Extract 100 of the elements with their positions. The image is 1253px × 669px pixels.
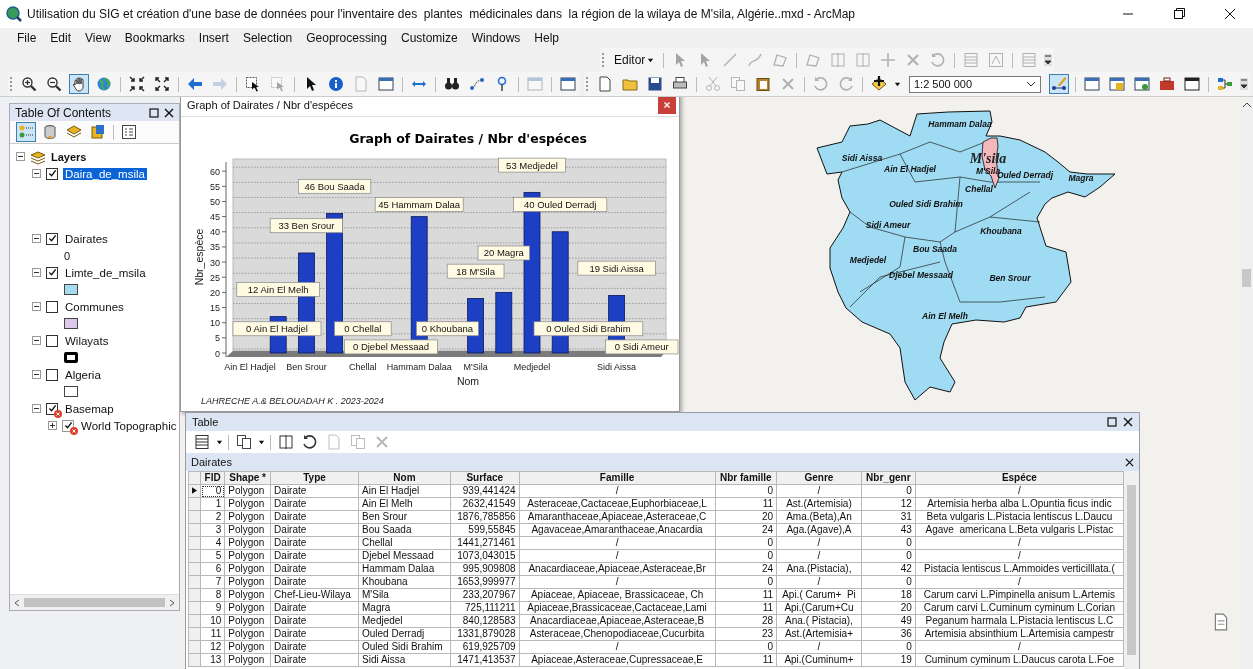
terminal-icon[interactable] bbox=[1182, 74, 1202, 94]
horizontal-scrollbar[interactable] bbox=[10, 594, 179, 610]
column-header[interactable]: Genre bbox=[776, 471, 862, 485]
menu-item[interactable]: Edit bbox=[43, 31, 79, 45]
collapse-icon[interactable] bbox=[32, 234, 41, 243]
layer-name[interactable]: Limte_de_msila bbox=[63, 266, 148, 279]
caret-icon[interactable] bbox=[216, 438, 223, 446]
collapse-icon[interactable] bbox=[16, 152, 25, 161]
maximize-icon[interactable] bbox=[1107, 417, 1117, 427]
column-header[interactable]: Type bbox=[270, 471, 359, 485]
data-frame-label[interactable]: Layers bbox=[51, 150, 87, 163]
layer-name[interactable]: Communes bbox=[63, 300, 126, 313]
caret-icon[interactable] bbox=[894, 80, 901, 88]
checkbox[interactable] bbox=[62, 419, 74, 432]
menu-item[interactable]: Customize bbox=[393, 31, 465, 45]
collapse-icon[interactable] bbox=[32, 404, 41, 413]
layer-name[interactable]: Dairates bbox=[63, 232, 110, 245]
scale-field[interactable]: 1:2 500 000 bbox=[909, 75, 1041, 93]
search-window-icon[interactable] bbox=[1132, 74, 1152, 94]
checkbox[interactable] bbox=[46, 266, 58, 279]
chart-credit: LAHRECHE A.& BELOUADAH K . 2023-2024 bbox=[201, 396, 384, 406]
collapse-icon[interactable] bbox=[32, 169, 41, 178]
x-tick-label: Ain El Hadjel bbox=[224, 362, 276, 372]
table-cell: Polygon bbox=[224, 484, 271, 498]
checkbox[interactable] bbox=[46, 300, 58, 313]
table-tab[interactable]: Dairates bbox=[191, 456, 232, 468]
checkbox[interactable] bbox=[46, 334, 58, 347]
copy-icon[interactable] bbox=[234, 432, 254, 452]
checkbox[interactable] bbox=[46, 167, 58, 180]
table-cell: Agave americana L.Beta vulgaris L.Pistac bbox=[915, 523, 1124, 537]
layer-name[interactable]: Basemap bbox=[63, 402, 116, 415]
layer-name[interactable]: Wilayats bbox=[63, 334, 111, 347]
maximize-icon[interactable] bbox=[149, 107, 159, 118]
close-icon[interactable] bbox=[164, 107, 174, 118]
editor-menu-button[interactable]: Editor bbox=[611, 53, 658, 67]
table-icon[interactable] bbox=[192, 432, 212, 452]
table-cell: 5 bbox=[200, 549, 225, 563]
menu-item[interactable]: Selection bbox=[235, 31, 300, 45]
scroll-up-icon[interactable] bbox=[1241, 101, 1252, 109]
window-icon[interactable] bbox=[558, 74, 578, 94]
table-cell: 233,207967 bbox=[450, 588, 520, 602]
info-icon[interactable] bbox=[326, 74, 346, 94]
document-icon[interactable] bbox=[1212, 613, 1230, 631]
column-header[interactable]: Espéce bbox=[915, 471, 1124, 485]
scroll-thumb[interactable] bbox=[1242, 269, 1251, 287]
table-cell: 13 bbox=[200, 653, 225, 667]
overflow-icon[interactable] bbox=[1240, 78, 1248, 90]
split-icon[interactable] bbox=[276, 432, 296, 452]
table-cell: Peganum harmala L.Pistacia lentiscus L.C bbox=[915, 614, 1124, 628]
column-header[interactable]: FID bbox=[200, 471, 225, 485]
checkbox[interactable] bbox=[46, 402, 58, 415]
table-cell: Ama.(Beta),An bbox=[776, 510, 862, 524]
layer-list-icon[interactable] bbox=[16, 122, 36, 142]
column-header[interactable]: Surface bbox=[450, 471, 520, 485]
checkbox[interactable] bbox=[46, 368, 58, 381]
window-icon[interactable] bbox=[376, 74, 396, 94]
hand-icon[interactable] bbox=[69, 74, 89, 94]
collapse-icon[interactable] bbox=[32, 302, 41, 311]
window-icon[interactable] bbox=[1082, 74, 1102, 94]
pen-graph-icon[interactable] bbox=[1049, 74, 1069, 94]
column-header[interactable]: Nbr famille bbox=[715, 471, 777, 485]
zoom-in-icon[interactable] bbox=[19, 74, 39, 94]
caret-icon[interactable] bbox=[647, 56, 655, 64]
layer-name[interactable]: World Topographic bbox=[79, 419, 179, 432]
close-icon[interactable] bbox=[1125, 457, 1134, 467]
menu-item[interactable]: Insert bbox=[191, 31, 236, 45]
expand-icon[interactable] bbox=[48, 421, 57, 430]
vertical-scrollbar[interactable] bbox=[1124, 471, 1139, 669]
close-icon[interactable] bbox=[1123, 417, 1133, 427]
table-cell: 11 bbox=[200, 627, 225, 641]
checkbox[interactable] bbox=[46, 232, 58, 245]
column-header[interactable]: Shape * bbox=[224, 471, 271, 485]
zoom-out-icon[interactable] bbox=[44, 74, 64, 94]
options-icon[interactable] bbox=[119, 122, 139, 142]
caret-icon[interactable] bbox=[258, 438, 265, 446]
catalog-icon[interactable] bbox=[1107, 74, 1127, 94]
scroll-left-icon[interactable] bbox=[13, 598, 21, 607]
menu-item[interactable]: Windows bbox=[464, 31, 528, 45]
layer-name[interactable]: Algeria bbox=[63, 368, 103, 381]
menu-item[interactable]: Help bbox=[527, 31, 567, 45]
arrows-out-icon[interactable] bbox=[152, 74, 172, 94]
collapse-icon[interactable] bbox=[32, 336, 41, 345]
menu-item[interactable]: View bbox=[78, 31, 118, 45]
overflow-icon[interactable] bbox=[1044, 54, 1053, 66]
collapse-icon[interactable] bbox=[32, 268, 41, 277]
layer-name[interactable]: Daira_de_msila bbox=[63, 167, 147, 180]
scroll-right-icon[interactable] bbox=[168, 598, 176, 607]
column-header[interactable]: Famille bbox=[519, 471, 716, 485]
scroll-thumb[interactable] bbox=[1127, 485, 1136, 655]
menu-item[interactable]: Bookmarks bbox=[117, 31, 192, 45]
column-header[interactable]: Nom bbox=[358, 471, 451, 485]
table-cell: 939,441424 bbox=[450, 484, 520, 498]
scroll-thumb[interactable] bbox=[24, 598, 165, 607]
menu-item[interactable]: File bbox=[10, 31, 44, 45]
column-header[interactable]: Nbr_genr bbox=[861, 471, 916, 485]
collapse-icon[interactable] bbox=[32, 370, 41, 379]
menu-item[interactable]: Geoprocessing bbox=[299, 31, 394, 45]
table-corner-cell[interactable] bbox=[188, 471, 201, 485]
table-cell: Dairate bbox=[270, 601, 359, 615]
arrows-in-icon[interactable] bbox=[127, 74, 147, 94]
